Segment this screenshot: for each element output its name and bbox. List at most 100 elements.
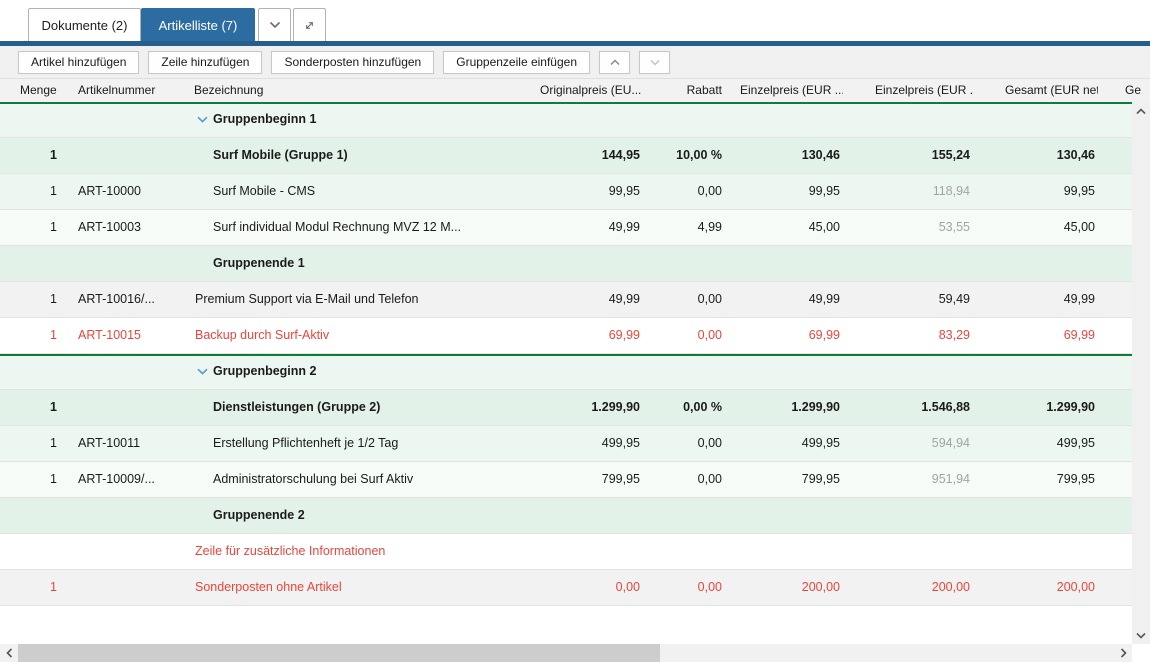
cell-text: 155,24	[931, 148, 970, 162]
column-header[interactable]: Rabatt	[650, 79, 725, 102]
table-row[interactable]: 1 ART-10009/... Administratorschulung bei …	[0, 462, 1132, 498]
cell-text: 53,55	[938, 220, 970, 234]
cell-text: 799,95	[1056, 472, 1095, 486]
column-header[interactable]: Einzelpreis (EUR ...	[843, 79, 973, 102]
cell-text: 1	[50, 220, 57, 234]
column-header[interactable]: Bezeichnung	[190, 79, 538, 102]
table-row[interactable]: 1 ART-10011 Erstellung Pflichtenheft je 1/…	[0, 426, 1132, 462]
cell-text: 0,00	[697, 436, 722, 450]
add-article-button[interactable]: Artikel hinzufügen	[18, 50, 140, 74]
column-header[interactable]: Originalpreis (EU...	[538, 79, 650, 102]
horizontal-scrollbar[interactable]	[0, 644, 1132, 662]
scroll-down-button[interactable]	[1132, 626, 1150, 644]
move-up-button[interactable]	[599, 50, 630, 74]
tab-dropdown-button[interactable]	[258, 8, 291, 41]
cell-bez: Sonderposten ohne Artikel	[190, 570, 538, 605]
cell-text: 799,95	[601, 472, 640, 486]
cell-gesamt	[973, 534, 1098, 569]
table-row[interactable]: 1 ART-10003 Surf individual Modul Rechnung…	[0, 210, 1132, 246]
cell-text: 499,95	[1056, 436, 1095, 450]
cell-ep2	[843, 246, 973, 281]
cell-menge: 1	[0, 462, 75, 497]
table-row[interactable]: Gruppenbeginn 2	[0, 354, 1132, 390]
cell-artnr	[75, 354, 190, 389]
cell-rabatt	[650, 246, 725, 281]
cell-text: 1	[50, 400, 57, 414]
column-header[interactable]: Ge	[1098, 79, 1150, 102]
insert-group-row-button[interactable]: Gruppenzeile einfügen	[443, 50, 590, 74]
cell-text: ART-10009/...	[78, 472, 155, 486]
table-row[interactable]: Gruppenende 1	[0, 246, 1132, 282]
cell-text: 1	[50, 292, 57, 306]
cell-bez: Dienstleistungen (Gruppe 2)	[190, 390, 538, 425]
cell-rabatt	[650, 534, 725, 569]
cell-ep2: 155,24	[843, 138, 973, 173]
cell-text: 0,00	[697, 328, 722, 342]
cell-bez: Administratorschulung bei Surf Aktiv	[190, 462, 538, 497]
cell-text: Gruppenende 2	[213, 508, 305, 522]
cell-menge	[0, 498, 75, 533]
cell-text: 1.299,90	[791, 400, 840, 414]
cell-bez: Premium Support via E-Mail und Telefon	[190, 282, 538, 317]
group-collapse-chevron-down-icon[interactable]	[197, 368, 208, 375]
cell-bez: Gruppenende 1	[190, 246, 538, 281]
vertical-scrollbar[interactable]	[1132, 102, 1150, 644]
table-row[interactable]: Gruppenbeginn 1	[0, 102, 1132, 138]
cell-ge	[1098, 138, 1132, 173]
cell-orig: 69,99	[538, 318, 650, 353]
table-row[interactable]: Zeile für zusätzliche Informationen	[0, 534, 1132, 570]
chevron-left-icon	[5, 648, 12, 658]
column-header[interactable]: Menge	[0, 79, 75, 102]
cell-text: 144,95	[601, 148, 640, 162]
cell-text: 49,99	[608, 220, 640, 234]
column-header[interactable]: Gesamt (EUR net...	[973, 79, 1098, 102]
cell-gesamt	[973, 498, 1098, 533]
cell-text: ART-10011	[78, 436, 141, 450]
cell-orig: 1.299,90	[538, 390, 650, 425]
tab-dokumente[interactable]: Dokumente (2)	[28, 8, 141, 41]
cell-menge: 1	[0, 210, 75, 245]
tab-bar: Dokumente (2) Artikelliste (7)	[0, 0, 1150, 41]
table-row[interactable]: Gruppenende 2	[0, 498, 1132, 534]
cell-ep1	[725, 102, 843, 137]
cell-gesamt	[973, 246, 1098, 281]
tab-artikelliste[interactable]: Artikelliste (7)	[141, 8, 255, 41]
cell-ep1	[725, 534, 843, 569]
scroll-left-button[interactable]	[0, 644, 18, 662]
cell-ep1	[725, 246, 843, 281]
table-row[interactable]: 1 ART-10016/... Premium Support via E-Mail…	[0, 282, 1132, 318]
cell-bez: Gruppenende 2	[190, 498, 538, 533]
cell-ep1	[725, 498, 843, 533]
cell-rabatt: 0,00	[650, 174, 725, 209]
scroll-right-button[interactable]	[1114, 644, 1132, 662]
move-down-button[interactable]	[639, 50, 670, 74]
cell-text: 1	[50, 148, 57, 162]
tab-expand-button[interactable]	[293, 8, 326, 41]
table-row[interactable]: 1 Surf Mobile (Gruppe 1) 144,95 10,00 % 130,…	[0, 138, 1132, 174]
cell-text: 10,00 %	[676, 148, 722, 162]
add-row-button[interactable]: Zeile hinzufügen	[148, 50, 263, 74]
cell-rabatt	[650, 102, 725, 137]
add-special-item-button[interactable]: Sonderposten hinzufügen	[271, 50, 435, 74]
group-collapse-chevron-down-icon[interactable]	[197, 116, 208, 123]
cell-text: 4,99	[697, 220, 722, 234]
table-row[interactable]: 1 ART-10000 Surf Mobile - CMS 99,95 0,00 99,9…	[0, 174, 1132, 210]
cell-menge: 1	[0, 318, 75, 353]
horizontal-scrollbar-thumb[interactable]	[18, 644, 660, 662]
cell-text: 200,00	[801, 580, 840, 594]
cell-menge	[0, 102, 75, 137]
cell-ep2	[843, 102, 973, 137]
column-header[interactable]: Einzelpreis (EUR ...	[725, 79, 843, 102]
table-row[interactable]: 1 ART-10015 Backup durch Surf-Aktiv 69,99 0,…	[0, 318, 1132, 354]
table-row[interactable]: 1 Sonderposten ohne Artikel 0,00 0,00 200,00…	[0, 570, 1132, 606]
cell-ep2: 594,94	[843, 426, 973, 461]
cell-orig: 499,95	[538, 426, 650, 461]
column-header[interactable]: Artikelnummer	[75, 79, 190, 102]
table-row[interactable]: 1 Dienstleistungen (Gruppe 2) 1.299,90 0,00…	[0, 390, 1132, 426]
cell-orig: 799,95	[538, 462, 650, 497]
scroll-up-button[interactable]	[1132, 102, 1150, 120]
cell-rabatt: 4,99	[650, 210, 725, 245]
cell-text: 0,00	[697, 292, 722, 306]
cell-ep2	[843, 534, 973, 569]
cell-menge: 1	[0, 570, 75, 605]
